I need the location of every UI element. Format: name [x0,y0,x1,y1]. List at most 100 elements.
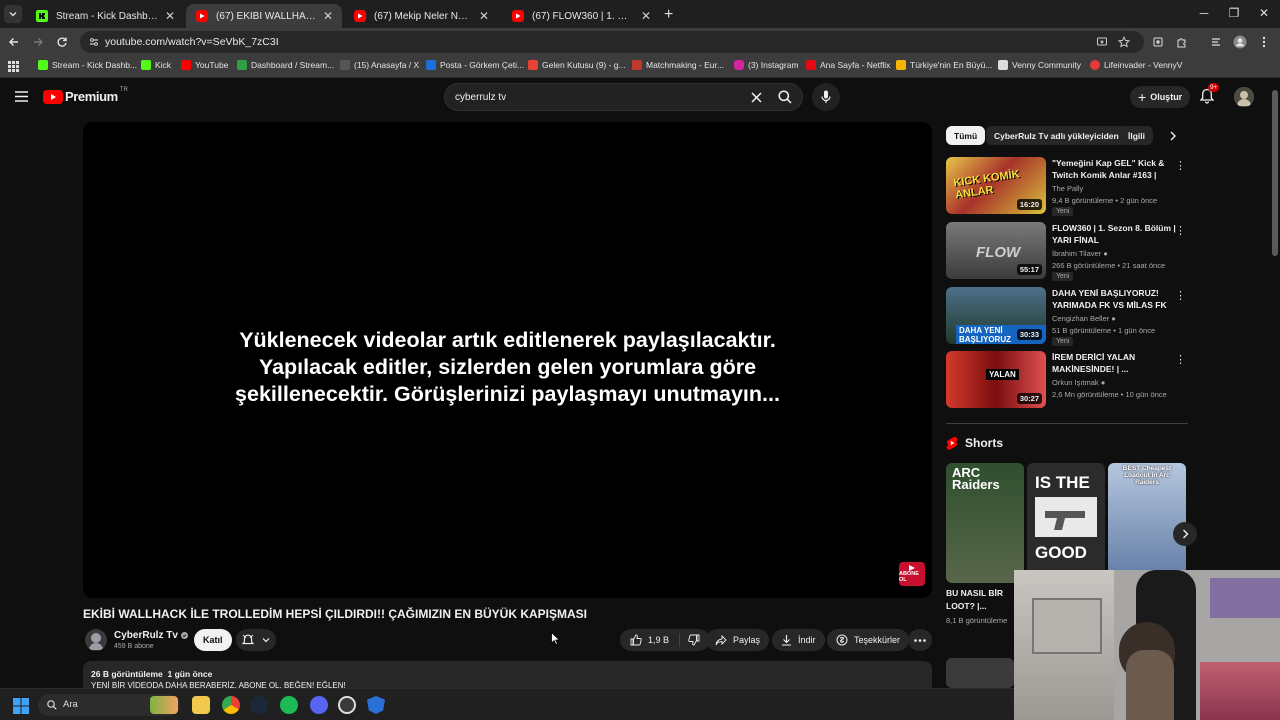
more-vertical-icon[interactable]: ⋮ [1175,224,1186,237]
file-explorer-icon[interactable] [192,696,210,714]
search-button[interactable] [771,83,799,111]
close-icon[interactable]: ✕ [478,9,490,23]
bookmark-item[interactable]: Stream - Kick Dashb... [38,60,137,70]
clear-search-icon[interactable] [751,92,762,103]
browser-menu-button[interactable] [1256,34,1272,50]
apps-grid-icon[interactable] [8,61,19,72]
bookmark-item[interactable]: (3) Instagram [734,60,799,70]
channel-avatar[interactable] [85,629,107,651]
bookmark-label: Posta - Görkem Çeti... [440,60,525,70]
share-button[interactable]: Paylaş [706,629,770,651]
bookmark-item[interactable]: Posta - Görkem Çeti... [426,60,524,70]
video-title: FLOW360 | 1. Sezon 8. Bölüm | YARI FİNAL [1052,223,1176,245]
bookmark-item[interactable]: Dashboard / Stream... [237,60,334,70]
bookmark-item[interactable]: (15) Anasayfa / X [340,60,419,70]
mail-icon [426,60,436,70]
new-tab-button[interactable]: + [664,6,678,24]
bookmark-item[interactable]: Gelen Kutusu (9) - g... [528,60,626,70]
steam-icon[interactable] [250,696,268,714]
browser-tab[interactable]: (67) FLOW360 | 1. Sezon 8. Bölüm ✕ [502,4,660,28]
address-bar[interactable]: youtube.com/watch?v=SeVbK_7zC3I [80,31,1144,53]
channel-name[interactable]: CyberRulz Tv [114,630,188,641]
video-player[interactable]: Yüklenecek videolar artık editlenerek pa… [83,122,932,598]
bookmark-star-icon[interactable] [1118,36,1130,48]
chip-all[interactable]: Tümü [946,126,986,145]
close-icon[interactable]: ✕ [322,9,334,23]
recommended-video[interactable]: YALAN 30:27 İREM DERİCİ YALAN MAKİNESİND… [946,351,1188,409]
chrome-icon[interactable] [222,696,240,714]
recommended-video[interactable]: DAHA YENİ BAŞLIYORUZ 30:33 DAHA YENİ BAŞ… [946,287,1188,346]
minimize-button[interactable]: ─ [1196,6,1212,20]
crown-icon [896,60,906,70]
thanks-button[interactable]: Teşekkürler [827,629,910,651]
video-thumbnail: YALAN 30:27 [946,351,1046,408]
bookmark-item[interactable]: Kick [141,60,171,70]
close-icon[interactable]: ✕ [640,9,652,23]
back-button[interactable] [6,34,22,50]
spotify-icon[interactable] [280,696,298,714]
close-icon[interactable]: ✕ [164,9,176,23]
forward-button[interactable] [30,34,46,50]
join-button[interactable]: Katıl [194,629,232,651]
chevron-right-icon [1182,529,1188,539]
page-scrollbar[interactable] [1272,90,1278,256]
more-vertical-icon[interactable]: ⋮ [1175,159,1186,172]
bookmark-item[interactable]: Venny Community [998,60,1081,70]
recommended-video[interactable]: FLOW 55:17 FLOW360 | 1. Sezon 8. Bölüm |… [946,222,1188,281]
shorts-next-button[interactable] [1173,522,1197,546]
chip-from-uploader[interactable]: CyberRulz Tv adlı yükleyiciden [986,126,1127,145]
microphone-icon [821,90,831,103]
divider [946,423,1188,424]
install-app-icon[interactable] [1096,36,1108,48]
subscribed-notifications-button[interactable] [236,629,276,651]
recommended-video[interactable]: KICK KOMİK ANLAR 16:20 "Yemeğini Kap GEL… [946,157,1188,216]
obs-icon[interactable] [338,696,356,714]
logo-text: Premium [65,89,118,104]
bookmark-item[interactable]: Türkiye'nin En Büyü... [896,60,992,70]
extensions-button[interactable] [1174,34,1190,50]
notifications-button[interactable]: 9+ [1200,83,1220,106]
chevron-right-icon[interactable] [1169,131,1177,141]
bookmark-item[interactable]: Lifeinvader - VennyV [1090,60,1182,70]
browser-tab[interactable]: (67) EKİBİ WALLHACK İLE TROLLEDİM ✕ [186,4,342,28]
create-button[interactable]: + Oluştur [1130,86,1191,108]
discord-icon[interactable] [310,696,328,714]
search-input[interactable]: cyberrulz tv [444,83,803,111]
extension-button[interactable] [1150,34,1166,50]
more-vertical-icon[interactable]: ⋮ [1175,353,1186,366]
search-icon [47,700,57,710]
windows-start-icon[interactable] [13,698,29,714]
bookmark-item[interactable]: Ana Sayfa - Netflix [806,60,890,70]
subscribe-watermark[interactable]: ABONE OL [899,562,925,586]
bookmark-item[interactable]: YouTube [181,60,228,70]
tab-search-button[interactable] [4,5,22,23]
short-item[interactable]: BEST Cheapest Loadout in Arc Raiders [1108,463,1186,583]
dashboard-icon [237,60,247,70]
webcam-overlay [1014,570,1280,720]
maximize-button[interactable]: ❐ [1226,6,1242,20]
hamburger-menu-icon[interactable] [15,91,28,102]
bookmark-item[interactable]: Matchmaking - Eur... [632,60,724,70]
short-item[interactable]: ARC Raiders [946,463,1024,583]
like-button[interactable]: 1,9 B [620,633,681,647]
profile-button[interactable] [1232,34,1248,50]
more-actions-button[interactable] [908,629,932,651]
avatar[interactable] [1234,87,1254,107]
dislike-button[interactable] [680,634,708,646]
shield-icon[interactable] [367,696,385,714]
taskbar-search[interactable]: Ara [38,694,180,716]
reload-button[interactable] [54,34,70,50]
voice-search-button[interactable] [812,83,840,111]
youtube-premium-logo[interactable]: Premium TR [43,87,128,104]
browser-tab[interactable]: Stream - Kick Dashboard ✕ [26,4,184,28]
window-close-button[interactable]: ✕ [1256,6,1272,20]
reading-list-button[interactable] [1208,34,1224,50]
short-item[interactable]: IS THE GOOD [1027,463,1105,583]
lifeinvader-icon [1090,60,1100,70]
download-button[interactable]: İndir [772,629,825,651]
browser-tab[interactable]: (67) Mekip Neler Neler 26.bolum ✕ [344,4,498,28]
chip-related[interactable]: İlgili [1120,126,1153,145]
short-item[interactable] [946,658,1014,688]
channel-name: The Pally [1052,184,1084,193]
more-vertical-icon[interactable]: ⋮ [1175,289,1186,302]
